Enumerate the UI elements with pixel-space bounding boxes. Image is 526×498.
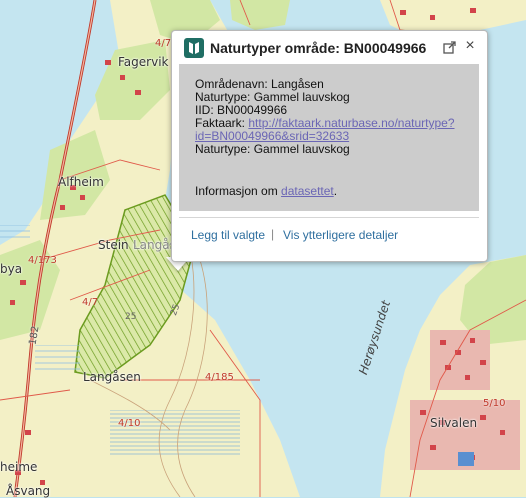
place-label-stein: Stein	[98, 238, 129, 252]
place-label-bya: bya	[0, 262, 23, 276]
contour-label-25-a: 25	[125, 312, 137, 322]
feature-info-popup: Naturtyper område: BN00049966 × Områdena…	[171, 30, 488, 262]
place-label-langasen: Langåsen	[83, 370, 141, 384]
faktaark-label: Faktaark:	[195, 116, 246, 130]
dataset-info: Informasjon om datasettet.	[195, 185, 337, 198]
faktaark-link[interactable]: http://faktaark.naturbase.no/naturtype?	[248, 116, 454, 130]
place-label-fagervik: Fagervik	[118, 55, 169, 69]
popup-attributes: Områdenavn: Langåsen Naturtype: Gammel l…	[179, 64, 479, 211]
plot-label-4-7-mid: 4/7	[82, 297, 99, 308]
dataset-info-prefix: Informasjon om	[195, 184, 278, 198]
popup-actions: Legg til valgte | Vis ytterligere detalj…	[179, 217, 479, 254]
action-separator: |	[271, 227, 275, 241]
place-label-asvang: Åsvang	[6, 484, 51, 498]
plot-label-4-185: 4/185	[205, 372, 234, 383]
plot-label-4-10: 4/10	[118, 418, 141, 429]
popup-title: Naturtyper område: BN00049966	[210, 40, 427, 56]
open-external-icon[interactable]	[443, 41, 456, 54]
add-to-selection-link[interactable]: Legg til valgte	[191, 228, 265, 242]
plot-label-4-173: 4/173	[28, 255, 57, 266]
place-label-alfheim: Alfheim	[58, 175, 104, 189]
map-book-icon	[184, 38, 204, 58]
plot-label-4-7-top: 4/7	[155, 38, 172, 49]
dataset-info-suffix: .	[333, 184, 338, 198]
dataset-link[interactable]: datasettet	[281, 184, 334, 198]
place-label-heime: heime	[0, 460, 38, 474]
attr-naturtype-repeat: Naturtype: Gammel lauvskog	[195, 142, 350, 156]
close-icon[interactable]: ×	[463, 37, 477, 55]
plot-label-5-10: 5/10	[483, 398, 506, 409]
popup-header: Naturtyper område: BN00049966 ×	[172, 31, 487, 64]
place-label-silvalen: Silvalen	[430, 416, 478, 430]
view-more-details-link[interactable]: Vis ytterligere detaljer	[283, 228, 398, 242]
